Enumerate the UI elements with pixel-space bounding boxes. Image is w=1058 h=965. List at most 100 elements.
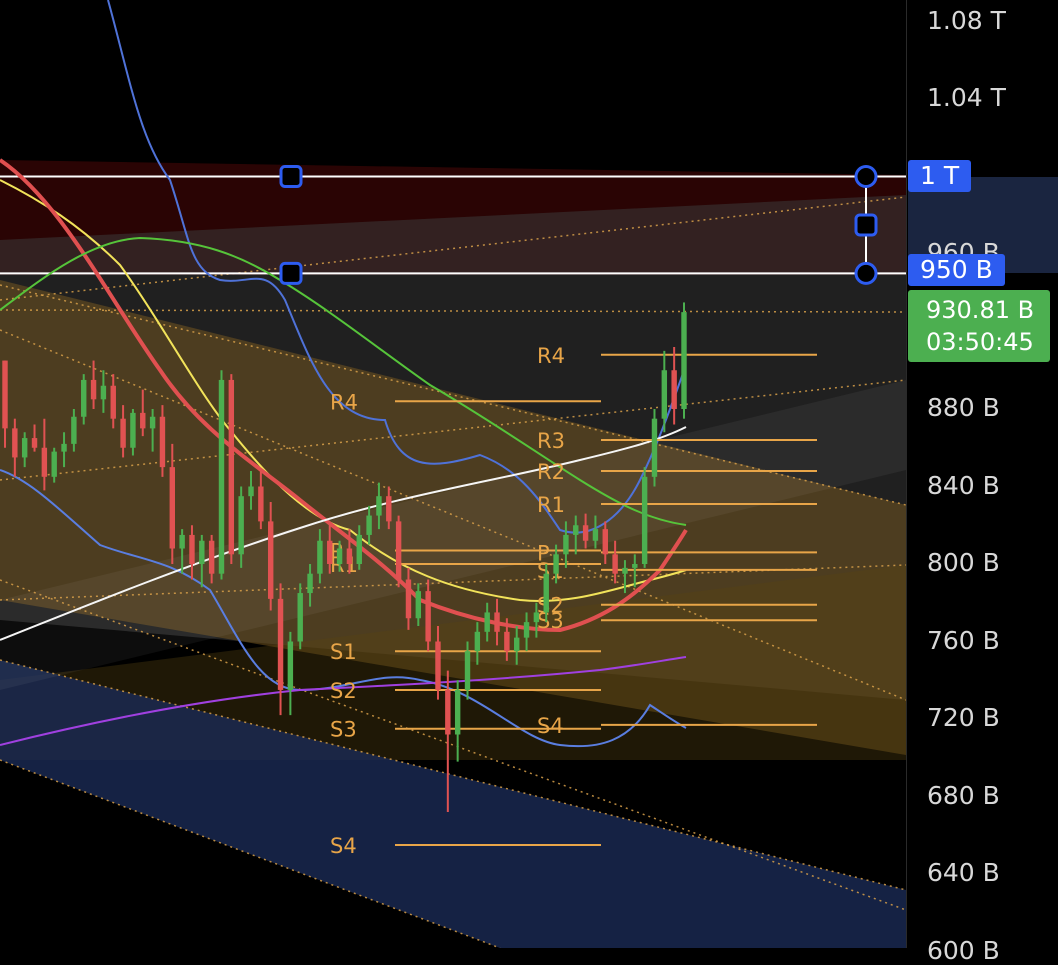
price-tick-label: 800 B	[927, 548, 1000, 577]
pivot-1-s3-label: S3	[330, 718, 357, 742]
candle-body	[120, 418, 126, 448]
candle-body	[140, 412, 146, 429]
candle-body	[228, 379, 235, 555]
candle-body	[533, 612, 540, 623]
candle-body	[553, 554, 559, 574]
pivot-2-r2-label: R2	[537, 460, 565, 484]
price-axis[interactable]: 1.08 T 1.04 T 880 B 840 B 800 B 760 B 720 B 680…	[906, 0, 1058, 965]
candle-body	[31, 438, 38, 448]
candle-body	[317, 540, 323, 574]
candle-body	[238, 496, 244, 555]
range-box-handle-top-right	[854, 165, 878, 188]
price-tick-label: 720 B	[927, 703, 1000, 732]
candle-body	[622, 567, 628, 574]
price-tick-label: 880 B	[927, 393, 1000, 422]
candle-body	[327, 540, 333, 564]
candle-body	[356, 534, 362, 564]
candle-body	[21, 438, 28, 458]
candle-body	[258, 486, 264, 522]
range-box-handle-mid-right	[854, 213, 878, 237]
range-box-handle-bottom-right	[854, 261, 878, 285]
range-box-top-label[interactable]: 1 T	[908, 159, 972, 192]
candle-body	[346, 548, 353, 564]
candle-body	[523, 622, 530, 638]
candle-body	[159, 416, 166, 468]
price-tick-label: 1.08 T	[927, 5, 1006, 35]
candle-body	[71, 416, 77, 444]
candle-body	[632, 564, 638, 568]
pivot-2-r1-label: R1	[537, 493, 565, 517]
candle-body	[376, 496, 382, 516]
price-tick-label: 760 B	[927, 625, 1000, 655]
price-tick-label: 680 B	[927, 780, 1000, 810]
candle-body	[208, 540, 215, 574]
price-tick-label: 600 B	[927, 935, 1000, 965]
candle-body	[405, 579, 412, 619]
price-tick-label: 840 B	[927, 470, 1000, 500]
candle-body	[189, 534, 195, 564]
candle-body	[2, 360, 8, 429]
candle-body	[395, 521, 402, 580]
candle-body	[267, 521, 274, 599]
candle-body	[563, 534, 569, 555]
candle-body	[366, 515, 372, 535]
candle-body	[504, 631, 510, 652]
pivot-1-s1-label: S1	[330, 640, 357, 664]
last-price-badge: 930.81 B 03:50:45	[908, 289, 1050, 362]
candle-body	[592, 529, 599, 541]
candle-body	[277, 598, 284, 690]
candle-body	[100, 385, 107, 400]
candle-body	[51, 451, 57, 477]
candle-body	[41, 447, 48, 477]
price-tick-label: 1.04 T	[927, 83, 1006, 112]
candle-body	[602, 529, 608, 555]
candle-body	[681, 312, 687, 409]
candle-body	[248, 486, 254, 497]
candle-body	[199, 540, 205, 564]
candle-body	[573, 525, 579, 535]
candle-body	[474, 631, 481, 652]
price-chart[interactable]: R4 P R1 S1 S2 S3 S4 R4 R3 R2 R1 S1 S2 P S3 S4	[0, 0, 906, 948]
candle-body	[612, 554, 618, 574]
candle-body	[81, 379, 87, 417]
candle-body	[336, 548, 343, 564]
candle-body	[130, 412, 136, 448]
pivot-2-s4-label: S4	[537, 714, 564, 738]
candle-body	[543, 573, 549, 613]
candle-body	[90, 379, 97, 400]
candle-body	[425, 591, 431, 642]
candle-body	[435, 641, 441, 690]
candle-body	[110, 385, 116, 419]
pivot-2-s3-label: S3	[537, 609, 564, 633]
pivot-2-p-label: P	[537, 541, 550, 565]
range-box-handle-2	[279, 261, 303, 285]
candle-body	[494, 612, 500, 632]
candle-body	[671, 370, 677, 409]
candle-body	[386, 496, 392, 522]
candle-body	[464, 651, 471, 690]
range-box-bottom-label[interactable]: 950 B	[908, 254, 1005, 287]
candle-body	[218, 379, 225, 574]
candle-body	[514, 637, 520, 652]
pivot-1-r1-label: R1	[330, 553, 358, 577]
candle-body	[445, 689, 451, 735]
candle-body	[307, 573, 313, 594]
candle-body	[454, 689, 461, 735]
candle-body	[61, 443, 67, 452]
candle-body	[415, 591, 422, 619]
chart-canvas[interactable]: R4PR1S1S2S3S4R4R3R2R1S1S2PS3S4	[0, 0, 906, 948]
pivot-2-r3-label: R3	[537, 429, 565, 453]
pivot-1-s4-label: S4	[330, 834, 357, 858]
candle-body	[641, 476, 648, 564]
candle-body	[582, 525, 589, 541]
price-tick-label: 640 B	[927, 858, 1000, 887]
last-price-value: 930.81 B	[926, 295, 1035, 324]
range-box-handle-1	[279, 165, 303, 188]
candle-body	[287, 641, 294, 690]
pivot-1-r4-label: R4	[330, 390, 358, 414]
candle-body	[484, 612, 490, 632]
pivot-1-s2-label: S2	[330, 679, 357, 703]
candle-body	[297, 593, 303, 642]
candle-body	[149, 416, 156, 429]
candle-body	[179, 534, 185, 549]
